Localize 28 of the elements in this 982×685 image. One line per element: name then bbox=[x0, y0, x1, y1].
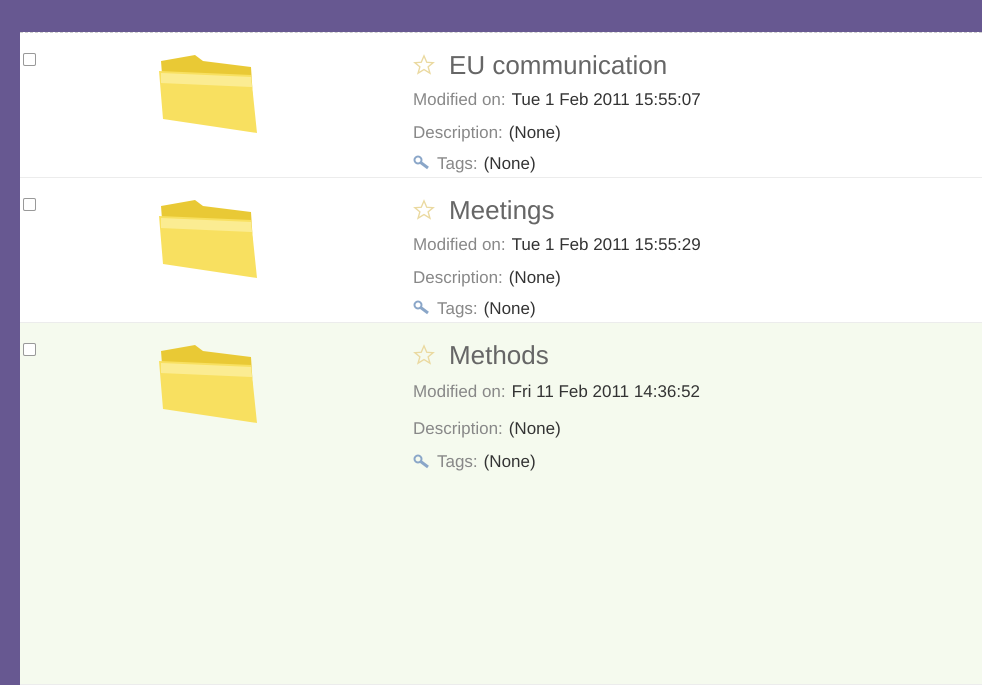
star-icon[interactable] bbox=[413, 54, 435, 76]
folder-name[interactable]: EU communication bbox=[449, 46, 668, 84]
tags-value: (None) bbox=[484, 298, 536, 320]
description-label: Description: bbox=[413, 122, 503, 144]
tags-value: (None) bbox=[484, 451, 536, 474]
star-icon[interactable] bbox=[413, 344, 435, 366]
folder-row[interactable]: Methods Modified on: Fri 11 Feb 2011 14:36:52 Description: (None) Tags: (None) bbox=[20, 323, 982, 685]
star-icon[interactable] bbox=[413, 199, 435, 221]
description-label: Description: bbox=[413, 418, 503, 440]
folder-name[interactable]: Methods bbox=[449, 336, 549, 374]
description-label: Description: bbox=[413, 267, 503, 290]
tags-label: Tags: bbox=[437, 152, 478, 175]
tags-value: (None) bbox=[484, 152, 536, 175]
modified-label: Modified on: bbox=[413, 234, 506, 256]
checkbox[interactable] bbox=[23, 198, 36, 211]
modified-label: Modified on: bbox=[413, 88, 506, 111]
modified-date: Tue 1 Feb 2011 15:55:07 bbox=[512, 88, 701, 111]
checkbox[interactable] bbox=[23, 53, 36, 66]
modified-label: Modified on: bbox=[413, 380, 506, 403]
description-value: (None) bbox=[508, 418, 561, 440]
folder-name[interactable]: Meetings bbox=[449, 190, 554, 230]
description-value: (None) bbox=[508, 122, 561, 144]
checkbox[interactable] bbox=[23, 343, 36, 356]
tags-label: Tags: bbox=[437, 298, 478, 320]
description-value: (None) bbox=[508, 267, 561, 290]
tags-label: Tags: bbox=[437, 451, 478, 474]
modified-date: Fri 11 Feb 2011 14:36:52 bbox=[512, 380, 700, 403]
modified-date: Tue 1 Feb 2011 15:55:29 bbox=[512, 234, 701, 256]
